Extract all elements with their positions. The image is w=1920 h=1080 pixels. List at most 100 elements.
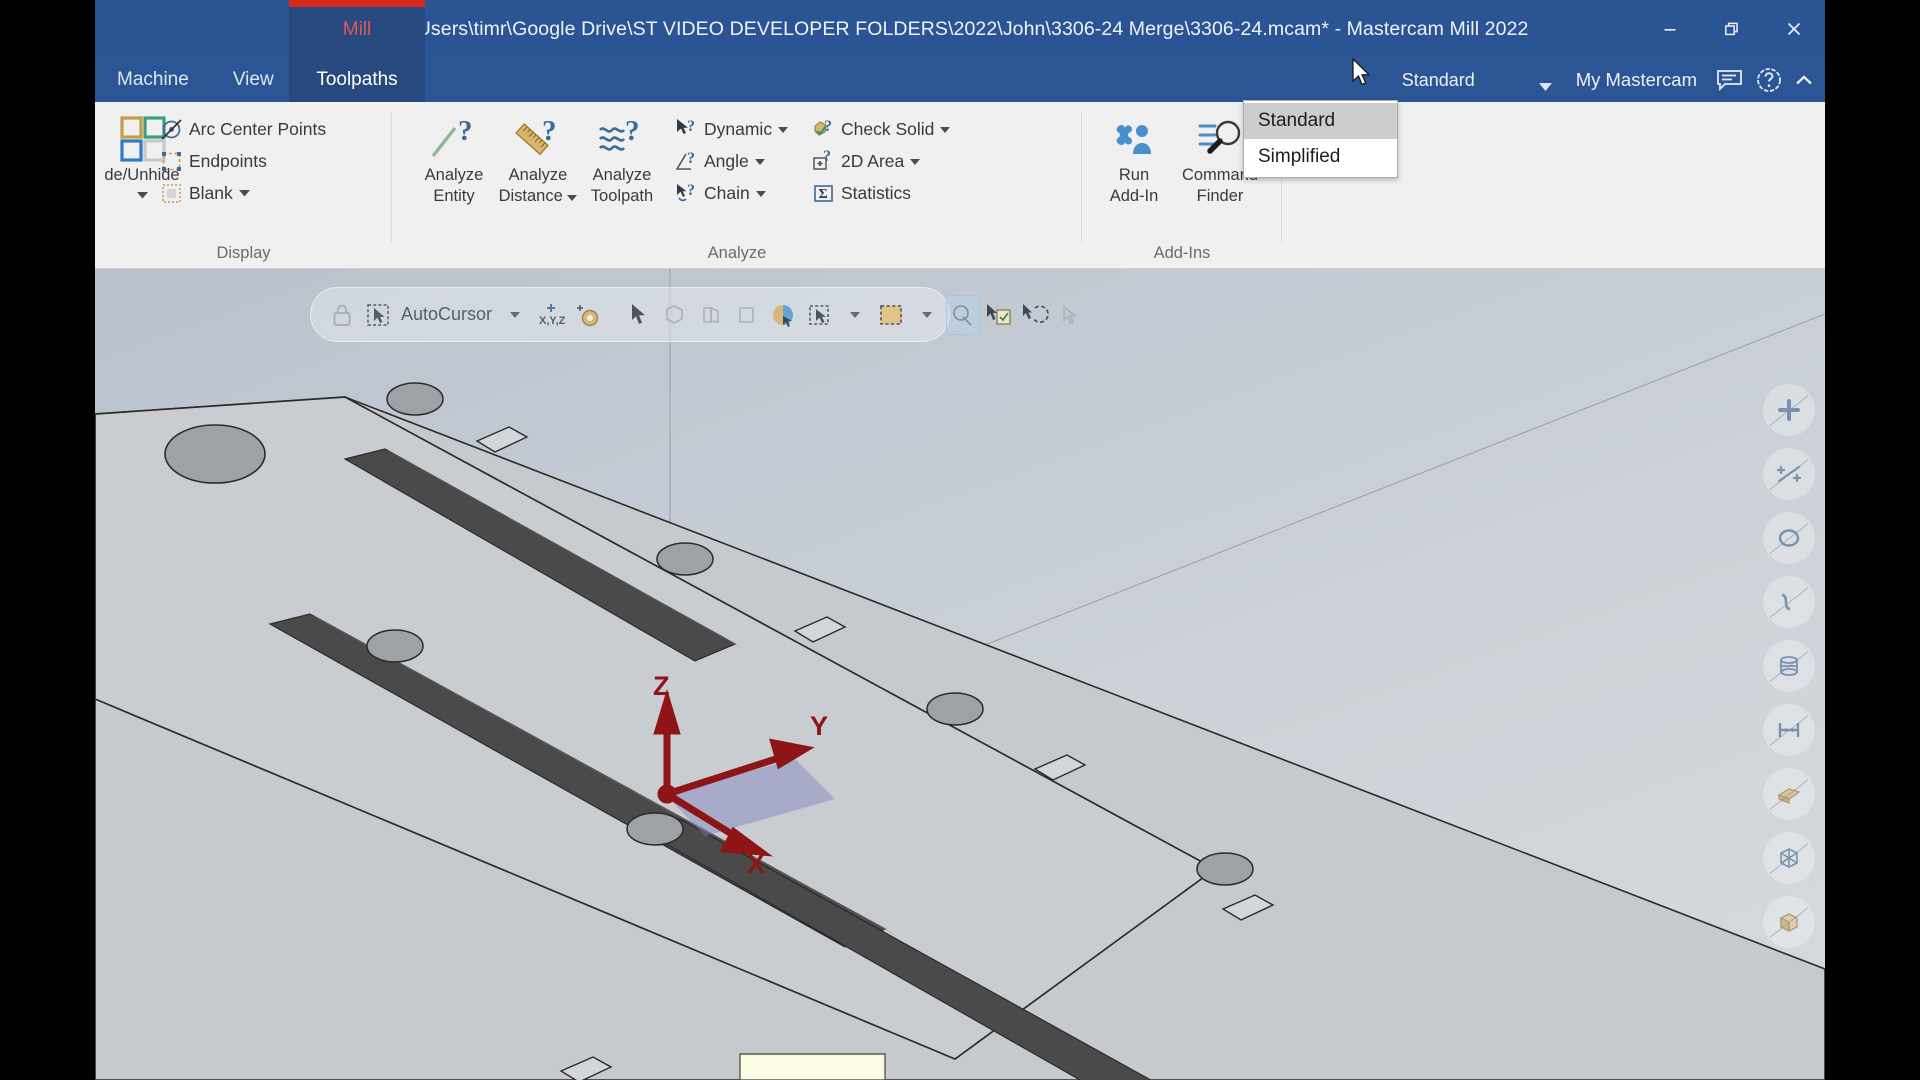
endpoints-button[interactable]: Endpoints: [155, 146, 271, 176]
run-add-in-label-2: Add-In: [1109, 187, 1159, 205]
analyze-angle-button[interactable]: ? Angle: [670, 146, 769, 176]
select-all-icon[interactable]: [946, 294, 981, 335]
header-right-controls: Standard My Mastercam: [1396, 58, 1819, 102]
svg-text:Σ: Σ: [818, 187, 827, 202]
ribbon: de/Unhide Arc Center Points Endpoints Bl…: [95, 102, 1825, 269]
analyze-dynamic-button[interactable]: ? Dynamic: [670, 114, 792, 144]
toggle-splines-icon[interactable]: [1763, 576, 1815, 628]
analyze-distance-button[interactable]: ? Analyze Distance: [496, 104, 580, 206]
autocursor-label: AutoCursor: [401, 304, 493, 324]
statistics-button[interactable]: Σ Statistics: [807, 178, 915, 208]
2d-area-icon: ?: [811, 148, 835, 173]
restore-button[interactable]: [1701, 0, 1763, 58]
autocursor-dropdown-icon[interactable]: [498, 295, 532, 335]
chevron-down-icon: [778, 120, 789, 138]
tab-view[interactable]: View: [211, 58, 296, 102]
endpoints-label: Endpoints: [189, 150, 267, 171]
ribbon-tabs: Machine View: [95, 58, 296, 102]
select-shading-icon[interactable]: [766, 295, 800, 335]
chat-icon[interactable]: [1709, 60, 1749, 100]
chevron-down-icon: [755, 184, 766, 202]
unselect-icon[interactable]: [1054, 295, 1088, 335]
collapse-ribbon-icon[interactable]: [1789, 60, 1819, 100]
svg-text:?: ?: [687, 182, 695, 199]
command-finder-icon: [1195, 112, 1245, 164]
analyze-chain-label: Chain: [704, 182, 750, 203]
toggle-arcs-icon[interactable]: [1763, 512, 1815, 564]
axis-label-z: Z: [653, 671, 670, 701]
chevron-down-icon: [754, 152, 765, 170]
select-area-dropdown-icon[interactable]: [910, 295, 944, 335]
select-area-mode-icon[interactable]: [874, 295, 908, 335]
select-arrow-icon[interactable]: [622, 295, 656, 335]
analyze-distance-label-text: Distance: [498, 187, 563, 205]
chevron-down-icon: [238, 184, 250, 202]
toggle-dimensions-icon[interactable]: [1763, 704, 1815, 756]
toggle-wireframe-box-icon[interactable]: [1763, 832, 1815, 884]
dropdown-item-standard[interactable]: Standard: [1244, 103, 1397, 139]
my-mastercam-button[interactable]: My Mastercam: [1560, 69, 1709, 91]
chevron-down-icon: [1538, 76, 1552, 97]
analyze-chain-icon: ?: [674, 181, 698, 205]
svg-text:?: ?: [458, 115, 473, 147]
2d-area-label: 2D Area: [841, 150, 905, 171]
xyz-coordinate-icon[interactable]: X,Y,Z: [534, 295, 568, 335]
arc-center-points-button[interactable]: Arc Center Points: [155, 114, 330, 144]
autocursor-icon[interactable]: [361, 295, 395, 335]
minimize-button[interactable]: [1639, 0, 1701, 58]
ribbon-group-analyze-title: Analyze: [707, 244, 767, 262]
toggle-points-icon[interactable]: [1763, 384, 1815, 436]
ribbon-group-add-ins-title: Add-Ins: [1153, 244, 1211, 262]
blank-button[interactable]: Blank: [155, 178, 254, 208]
toggle-shading-icon[interactable]: [1763, 768, 1815, 820]
endpoints-icon: [159, 149, 183, 173]
contextual-tab-accent-bar: [289, 0, 425, 7]
close-button[interactable]: [1763, 0, 1825, 58]
check-solid-button[interactable]: ? Check Solid: [807, 114, 954, 144]
ribbon-style-combo[interactable]: Standard: [1396, 65, 1560, 95]
2d-area-button[interactable]: ? 2D Area: [807, 146, 924, 176]
select-solid-body-icon[interactable]: [730, 295, 764, 335]
svg-text:?: ?: [823, 148, 831, 165]
window-controls: [1639, 0, 1825, 58]
analyze-chain-button[interactable]: ? Chain: [670, 178, 770, 208]
select-only-icon[interactable]: [982, 295, 1016, 335]
command-finder-label-2: Finder: [1196, 187, 1244, 205]
lock-selection-icon[interactable]: [325, 295, 359, 335]
ribbon-group-display-title: Display: [216, 244, 271, 262]
run-add-in-label-1: Run: [1118, 166, 1150, 184]
statistics-label: Statistics: [841, 182, 912, 203]
dropdown-item-simplified[interactable]: Simplified: [1244, 139, 1397, 175]
chevron-down-icon: [940, 120, 951, 138]
arc-center-points-icon: [159, 117, 183, 141]
analyze-toolpath-button[interactable]: ? Analyze Toolpath: [580, 104, 664, 206]
tab-toolpaths[interactable]: Toolpaths: [289, 58, 425, 102]
select-previous-icon[interactable]: [1018, 295, 1052, 335]
toggle-lines-icon[interactable]: [1763, 448, 1815, 500]
select-entities-icon[interactable]: [658, 295, 692, 335]
graphics-viewport[interactable]: Z Y X AutoCursor X,Y,Z: [95, 269, 1825, 1080]
help-icon[interactable]: [1749, 60, 1789, 100]
analyze-entity-button[interactable]: ? Analyze Entity: [412, 104, 496, 206]
toggle-solids-icon[interactable]: [1763, 896, 1815, 948]
analyze-entity-icon: ?: [429, 112, 479, 164]
part-model: [95, 269, 1825, 1080]
select-window-dropdown-icon[interactable]: [838, 295, 872, 335]
contextual-tab-group-label: Mill: [342, 19, 372, 40]
svg-text:?: ?: [824, 118, 832, 135]
analyze-entity-label-1: Analyze: [424, 166, 484, 184]
analyze-toolpath-icon: ?: [597, 112, 647, 164]
ribbon-group-analyze: ? Analyze Entity ? Analyze Distance ? An…: [392, 102, 1082, 269]
run-add-in-button[interactable]: Run Add-In: [1092, 104, 1176, 206]
select-solid-face-icon[interactable]: [694, 295, 728, 335]
toggle-surfaces-icon[interactable]: [1763, 640, 1815, 692]
check-solid-icon: ?: [811, 117, 835, 141]
blank-icon: [159, 181, 183, 205]
tab-machine[interactable]: Machine: [95, 58, 211, 102]
chevron-down-icon: [910, 152, 921, 170]
select-window-mode-icon[interactable]: [802, 295, 836, 335]
autocursor-settings-icon[interactable]: [570, 295, 604, 335]
svg-text:?: ?: [687, 150, 695, 167]
quick-view-toolbar: [1763, 384, 1815, 948]
analyze-angle-icon: ?: [674, 149, 698, 173]
